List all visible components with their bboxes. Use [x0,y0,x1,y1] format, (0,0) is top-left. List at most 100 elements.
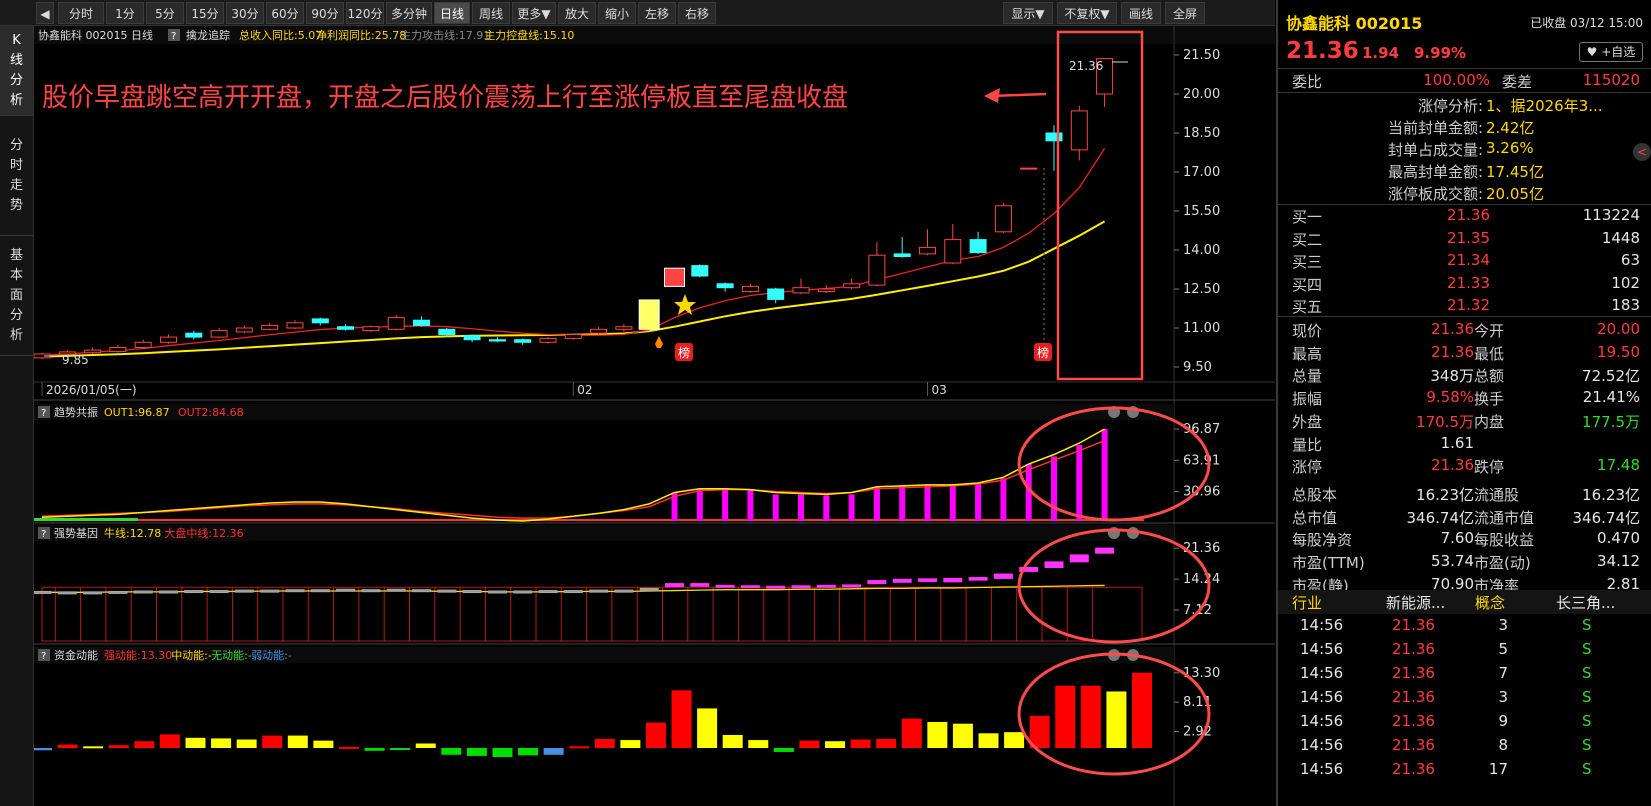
kline-chart-svg[interactable]: 协鑫能科 002015 日线? 擒龙追踪 总收入同比:5.07净利润同比:25.78… [34,26,1275,806]
capital-bar [518,748,539,756]
stat-label: 总市值 [1292,508,1338,527]
capital-bar [850,739,871,748]
gene-box [1095,547,1115,554]
candle[interactable] [590,326,608,335]
capital-bar [722,734,743,748]
period-13-button[interactable]: 缩小 [598,2,636,24]
candle[interactable] [261,322,279,331]
toolbar-right-2-button[interactable]: 画线 [1121,2,1161,24]
period-2-button[interactable]: 5分 [146,2,184,24]
candle[interactable] [311,317,329,326]
candle[interactable] [337,324,355,331]
candle[interactable] [817,285,835,293]
help-icon-glyph: ? [41,408,46,419]
candle[interactable] [741,283,759,293]
candle[interactable] [664,267,685,287]
candle[interactable] [1020,167,1038,170]
candle[interactable] [109,344,127,353]
chevron-left-icon[interactable]: < [1633,143,1651,161]
trend-out1-line [41,428,1105,522]
capital-panel-title: 资金动能 [54,648,98,662]
board-badge-label: 榜 [1037,345,1049,360]
candle[interactable] [286,320,304,330]
candle[interactable] [716,282,734,292]
period-3-button[interactable]: 15分 [186,2,224,24]
candle[interactable] [362,325,380,332]
add-watchlist-button[interactable]: ♥ +自选 [1579,42,1643,62]
candle-body [767,288,785,300]
period-15-button[interactable]: 右移 [678,2,716,24]
candle[interactable] [893,237,911,258]
candle[interactable] [994,203,1012,234]
y-tick-label: 21.50 [1183,48,1220,63]
period-5-button[interactable]: 60分 [266,2,304,24]
candle[interactable] [919,229,936,256]
sidebar-tab-2[interactable]: 基本面分析 [0,236,33,356]
bid-price: 21.32 [1447,296,1490,314]
candle[interactable] [691,264,709,278]
period-7-button[interactable]: 120分 [346,2,384,24]
candle[interactable] [413,316,430,327]
candle[interactable] [792,278,810,295]
candle[interactable] [615,324,633,332]
toolbar-right-3-button[interactable]: 全屏 [1165,2,1205,24]
toolbar-right-0-button[interactable]: 显示▼ [1003,2,1053,24]
candle[interactable] [235,325,253,334]
industry-value[interactable]: 新能源... [1386,592,1445,613]
candle[interactable] [134,339,152,349]
limit-info-value: 2.42亿 [1486,119,1535,137]
candle[interactable] [210,328,228,339]
period-14-button[interactable]: 左移 [638,2,676,24]
concept-value[interactable]: 长三角... [1556,592,1615,613]
sidebar-tab-0[interactable]: K线分析 [0,26,33,116]
toolbar-right-1-button[interactable]: 不复权▼ [1057,2,1117,24]
rocket-icon [655,336,663,348]
candle[interactable] [514,338,532,345]
stat-value: 16.23亿 [1582,485,1640,504]
candle[interactable] [638,299,660,330]
candle[interactable] [564,333,582,340]
candle[interactable] [387,315,405,331]
period-1-button[interactable]: 1分 [106,2,144,24]
chart-area[interactable]: 协鑫能科 002015 日线? 擒龙追踪 总收入同比:5.07 净利润同比:25.78… [34,26,1275,806]
capital-bar [83,746,104,749]
weibi-label: 委比 [1292,73,1323,91]
candle[interactable] [185,330,203,340]
gene-box [386,588,406,592]
high-label: 21.36 [1069,59,1103,73]
sidebar-tab-1[interactable]: 分时走势 [0,116,33,236]
gene-box [209,590,229,594]
candle[interactable] [969,231,987,254]
candle[interactable] [767,287,785,304]
period-8-button[interactable]: 多分钟 [386,2,432,24]
indicator-value-2: 主力攻击线:17.91 [400,28,490,42]
candle[interactable] [868,242,886,287]
period-0-button[interactable]: 分时 [58,2,104,24]
period-10-button[interactable]: 周线 [472,2,510,24]
candle[interactable] [944,224,962,265]
candle[interactable] [539,337,557,344]
period-9-button[interactable]: 日线 [434,2,470,24]
candle[interactable] [463,334,481,343]
limit-info-label: 涨停板成交额: [1387,185,1483,203]
stat-label: 跌停 [1474,458,1505,477]
period-11-button[interactable]: 更多▼ [512,2,556,24]
period-12-button[interactable]: 放大 [558,2,596,24]
period-4-button[interactable]: 30分 [226,2,264,24]
period-6-button[interactable]: 90分 [306,2,344,24]
stat-value: 7.60 [1440,529,1474,548]
candle[interactable] [488,337,506,343]
candle[interactable] [1070,105,1088,161]
gene-box [943,577,963,583]
candle[interactable] [843,278,861,289]
capital-bar [594,738,615,748]
gene-box [285,589,305,593]
candle-body [261,324,279,330]
low-label: 9.85 [62,353,89,367]
tick-price: 21.36 [1392,664,1435,682]
limit-info-label: 封单占成交量: [1387,141,1483,159]
scroll-left-button[interactable]: ◀ [36,2,54,24]
candle[interactable] [160,334,177,344]
candle[interactable] [1045,125,1063,171]
candle-body [969,239,987,254]
